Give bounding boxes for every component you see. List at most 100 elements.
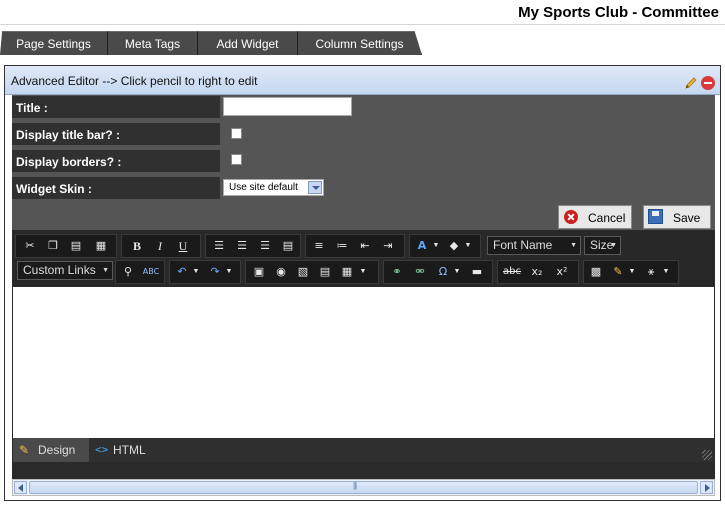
- editor-content-area[interactable]: [13, 287, 714, 438]
- widget-skin-label: Widget Skin :: [12, 177, 220, 201]
- media-icon[interactable]: ▧: [294, 264, 312, 280]
- template-icon[interactable]: ▩: [587, 264, 605, 280]
- chevron-down-icon[interactable]: [308, 181, 322, 194]
- superscript-icon[interactable]: x²: [553, 264, 571, 280]
- alignment-group: ☰ ☰ ☰ ▤: [205, 234, 301, 258]
- find-group: ⚲ ABC: [115, 260, 165, 284]
- paste-icon[interactable]: ▤: [67, 238, 85, 254]
- image-icon[interactable]: ▣: [250, 264, 268, 280]
- panel-header: Advanced Editor --> Click pencil to righ…: [5, 66, 720, 95]
- html-mode-label: HTML: [113, 443, 146, 457]
- italic-icon[interactable]: I: [151, 238, 169, 254]
- tab-add-widget[interactable]: Add Widget: [198, 31, 298, 55]
- save-button[interactable]: Save: [643, 205, 711, 229]
- widget-skin-select[interactable]: Use site default: [223, 179, 324, 196]
- scroll-left-arrow-icon[interactable]: [14, 481, 27, 494]
- settings-tabs: Page Settings Meta Tags Add Widget Colum…: [0, 31, 725, 55]
- custom-links-dropdown[interactable]: Custom Links ▼: [17, 261, 113, 280]
- align-center-icon[interactable]: ☰: [233, 238, 251, 254]
- chevron-down-icon[interactable]: ▼: [662, 264, 670, 280]
- cancel-icon: [564, 210, 578, 224]
- chevron-down-icon[interactable]: ▼: [359, 264, 367, 280]
- title-label: Title :: [12, 96, 220, 120]
- horizontal-rule-icon[interactable]: ▬: [468, 264, 486, 280]
- save-label: Save: [673, 211, 701, 225]
- indent-icon[interactable]: ⇥: [379, 238, 397, 254]
- flash-icon[interactable]: ◉: [272, 264, 290, 280]
- rich-text-editor: ✂ ❐ ▤ ▦ B I U ☰ ☰ ☰ ▤ ≡ ≔ ⇤ ⇥ A ▼ ◆ ▼ Fo…: [12, 230, 715, 479]
- widget-skin-value: Use site default: [229, 182, 298, 193]
- cut-icon[interactable]: ✂: [21, 238, 39, 254]
- document-icon[interactable]: ▤: [316, 264, 334, 280]
- link-group: ⚭ ⚮ Ω ▼ ▬: [383, 260, 493, 284]
- chevron-down-icon[interactable]: ▼: [225, 264, 233, 280]
- display-title-bar-label: Display title bar? :: [12, 123, 220, 147]
- module-icon[interactable]: ⚹: [642, 264, 660, 280]
- outdent-icon[interactable]: ⇤: [356, 238, 374, 254]
- design-mode-label: Design: [38, 443, 76, 457]
- editor-toolbar: ✂ ❐ ▤ ▦ B I U ☰ ☰ ☰ ▤ ≡ ≔ ⇤ ⇥ A ▼ ◆ ▼ Fo…: [13, 231, 714, 287]
- scroll-thumb[interactable]: [29, 481, 698, 494]
- justify-icon[interactable]: ▤: [279, 238, 297, 254]
- chevron-down-icon[interactable]: ▼: [432, 238, 440, 254]
- panel-header-text: Advanced Editor --> Click pencil to righ…: [11, 74, 258, 88]
- subscript-icon[interactable]: x₂: [528, 264, 546, 280]
- underline-icon[interactable]: U: [174, 238, 192, 254]
- display-borders-checkbox[interactable]: [231, 154, 242, 165]
- header-divider: [0, 24, 725, 25]
- font-name-label: Font Name: [493, 238, 553, 252]
- paste-plain-icon[interactable]: ▦: [92, 238, 110, 254]
- align-right-icon[interactable]: ☰: [256, 238, 274, 254]
- format-painter-icon[interactable]: ✎: [609, 264, 627, 280]
- align-left-icon[interactable]: ☰: [210, 238, 228, 254]
- cancel-label: Cancel: [588, 211, 626, 225]
- highlight-icon[interactable]: ◆: [445, 238, 463, 254]
- advanced-editor-panel: Advanced Editor --> Click pencil to righ…: [4, 65, 721, 501]
- bullet-list-icon[interactable]: ≔: [333, 238, 351, 254]
- editor-mode-bar: ✎ Design <> HTML: [13, 438, 714, 462]
- tools-group: ▩ ✎ ▼ ⚹ ▼: [583, 260, 679, 284]
- display-borders-label: Display borders? :: [12, 150, 220, 174]
- font-name-dropdown[interactable]: Font Name ▼: [487, 236, 581, 255]
- ordered-list-icon[interactable]: ≡: [310, 238, 328, 254]
- table-icon[interactable]: ▦: [338, 264, 356, 280]
- horizontal-scrollbar[interactable]: [12, 479, 715, 496]
- tab-page-settings[interactable]: Page Settings: [0, 31, 108, 55]
- spellcheck-icon[interactable]: ABC: [142, 264, 160, 280]
- font-color-icon[interactable]: A: [413, 238, 431, 254]
- html-mode-tab[interactable]: <> HTML: [93, 438, 163, 462]
- history-group: ↶ ▼ ↷ ▼: [169, 260, 241, 284]
- custom-links-label: Custom Links: [23, 263, 96, 277]
- find-icon[interactable]: ⚲: [119, 264, 137, 280]
- scroll-right-arrow-icon[interactable]: [700, 481, 713, 494]
- bold-icon[interactable]: B: [128, 238, 146, 254]
- chevron-down-icon: ▼: [570, 242, 577, 249]
- chevron-down-icon[interactable]: ▼: [628, 264, 636, 280]
- clipboard-group: ✂ ❐ ▤ ▦: [15, 234, 117, 258]
- link-icon[interactable]: ⚭: [388, 264, 406, 280]
- design-mode-tab[interactable]: ✎ Design: [13, 438, 89, 462]
- chevron-down-icon[interactable]: ▼: [453, 264, 461, 280]
- size-dropdown[interactable]: Size ▼: [584, 236, 621, 255]
- text-style-group: B I U: [121, 234, 201, 258]
- redo-icon[interactable]: ↷: [206, 264, 224, 280]
- resize-grip[interactable]: [702, 450, 712, 460]
- script-group: abc x₂ x²: [497, 260, 579, 284]
- list-group: ≡ ≔ ⇤ ⇥: [305, 234, 405, 258]
- pencil-icon[interactable]: [684, 76, 698, 90]
- chevron-down-icon[interactable]: ▼: [464, 238, 472, 254]
- pencil-icon: ✎: [19, 443, 30, 457]
- close-icon[interactable]: [701, 76, 715, 90]
- display-title-bar-checkbox[interactable]: [231, 128, 242, 139]
- tab-column-settings[interactable]: Column Settings: [298, 31, 422, 55]
- unlink-icon[interactable]: ⚮: [411, 264, 429, 280]
- copy-icon[interactable]: ❐: [44, 238, 62, 254]
- cancel-button[interactable]: Cancel: [558, 205, 632, 229]
- tab-meta-tags[interactable]: Meta Tags: [108, 31, 198, 55]
- title-input[interactable]: [223, 97, 352, 116]
- strikethrough-icon[interactable]: abc: [501, 264, 523, 280]
- undo-icon[interactable]: ↶: [173, 264, 191, 280]
- widget-settings-form: Title : Display title bar? : Display bor…: [12, 95, 715, 230]
- special-char-icon[interactable]: Ω: [434, 264, 452, 280]
- chevron-down-icon[interactable]: ▼: [192, 264, 200, 280]
